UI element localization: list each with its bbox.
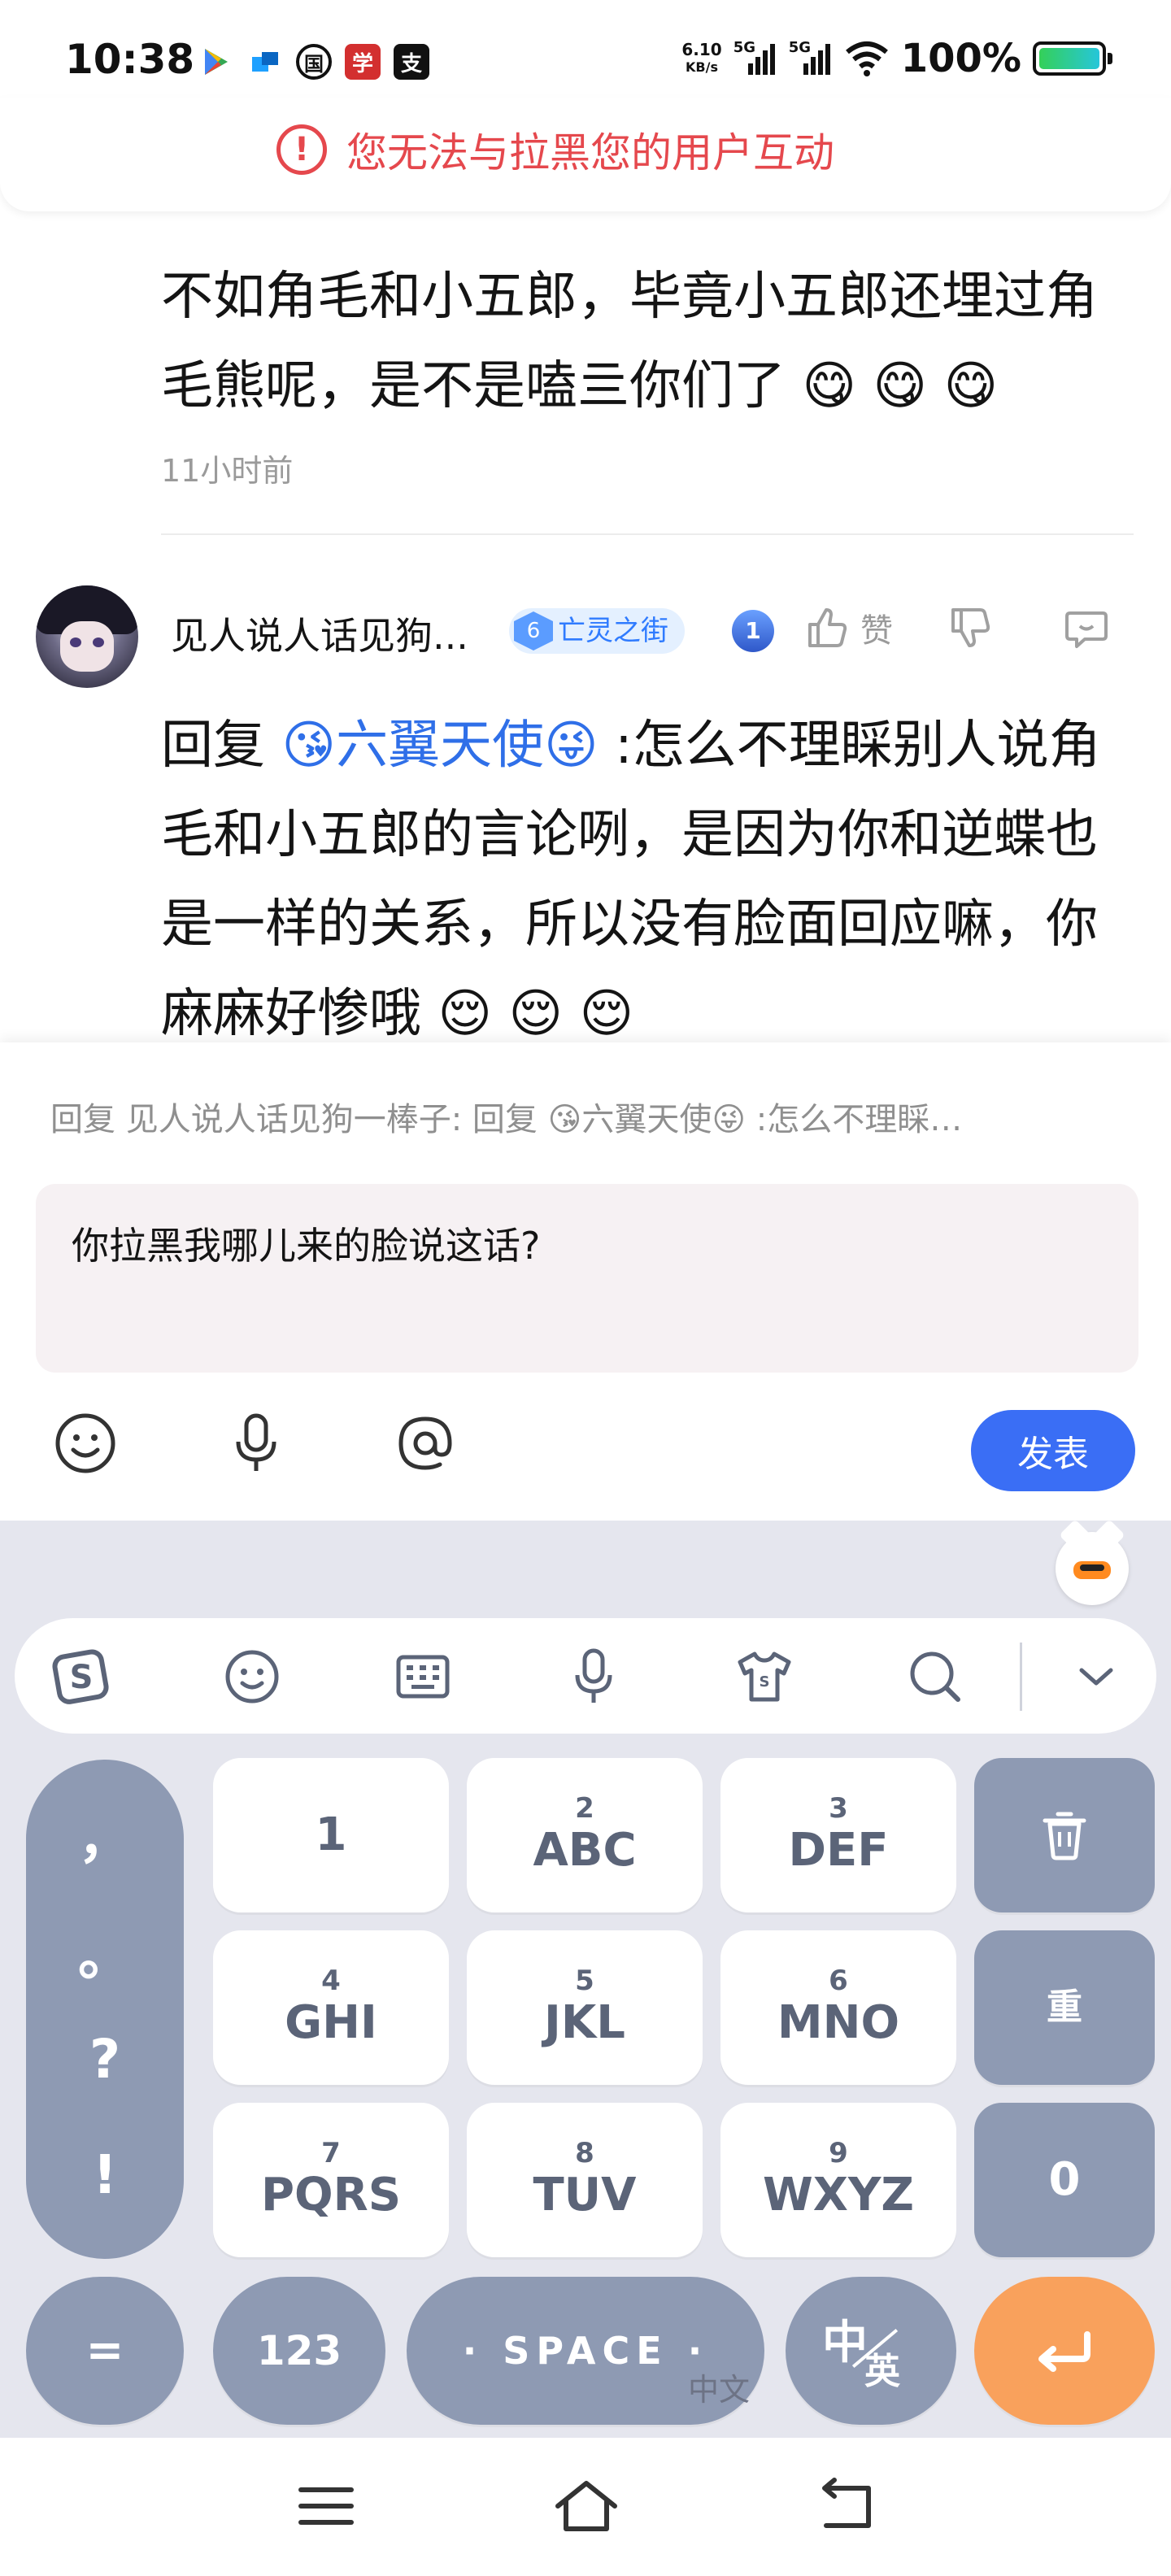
alipay-icon: 支 (394, 44, 429, 80)
back-icon[interactable] (810, 2477, 883, 2535)
battery-icon (1033, 41, 1112, 76)
dislike-button[interactable] (947, 603, 995, 652)
status-right: 6.10 KB/s 5G 5G 100% (681, 36, 1112, 81)
guo-app-icon: 国 (296, 44, 332, 80)
ime-mascot-icon[interactable] (1056, 1519, 1129, 1605)
alert-icon: ! (276, 124, 327, 175)
comment-bubble-icon (1065, 611, 1108, 648)
comment-username[interactable]: 见人说人话见狗... (171, 607, 468, 660)
status-time: 10:38 (65, 36, 195, 83)
blocked-warning-banner: ! 您无法与拉黑您的用户互动 (0, 98, 1171, 211)
keyboard-layout-icon[interactable] (390, 1646, 455, 1708)
punctuation-column[interactable]: ， 。 ? ! (26, 1760, 184, 2259)
delete-key[interactable] (974, 1758, 1155, 1912)
punct-comma[interactable]: ， (26, 1795, 184, 1873)
like-label: 赞 (860, 612, 893, 650)
emoji-panel-icon[interactable] (220, 1646, 285, 1708)
chevron-down-icon[interactable] (1064, 1646, 1129, 1708)
trash-icon (1043, 1812, 1086, 1860)
wifi-icon (845, 41, 888, 76)
home-icon[interactable] (550, 2477, 623, 2535)
emoji-button[interactable] (49, 1407, 122, 1480)
svg-text:S: S (760, 1673, 770, 1690)
mention-button[interactable] (389, 1407, 462, 1480)
notification-icons: 国 学 支 (198, 44, 429, 80)
equals-key[interactable]: = (26, 2277, 184, 2425)
search-icon[interactable] (903, 1646, 968, 1708)
punct-period[interactable]: 。 (26, 1912, 184, 1991)
reply-input[interactable]: 你拉黑我哪儿来的脸说这话? (36, 1184, 1138, 1373)
input-mode-caption: 中文 (688, 2372, 751, 2408)
comment-text: 回复 😘六翼天使😜 :怎么不理睬别人说角毛和小五郎的言论咧，是因为你和逆蝶也是一… (161, 716, 1101, 1044)
voice-input-icon[interactable] (561, 1646, 626, 1708)
number-mode-key[interactable]: 123 (213, 2277, 385, 2425)
warning-text: 您无法与拉黑您的用户互动 (346, 129, 834, 176)
microphone-icon (236, 1413, 276, 1471)
like-button[interactable]: 赞 (803, 603, 893, 652)
key-5-jkl[interactable]: 5 JKL (467, 1930, 703, 2085)
language-switch-key[interactable]: 中 英 (786, 2277, 956, 2425)
at-sign-icon (398, 1416, 452, 1470)
blue-app-icon (247, 44, 283, 80)
battery-percent: 100% (900, 36, 1021, 81)
skin-tshirt-icon[interactable]: S (732, 1646, 797, 1708)
reset-key[interactable]: 重 (974, 1930, 1155, 2085)
thumbs-down-icon (951, 608, 990, 647)
enter-icon (1038, 2331, 1090, 2372)
red-app-icon: 学 (345, 44, 381, 80)
rank-badge: 1 (732, 610, 774, 652)
send-button[interactable]: 发表 (971, 1410, 1135, 1491)
voice-button[interactable] (220, 1407, 293, 1480)
toolbar-separator (1020, 1643, 1022, 1711)
net-speed: 6.10 KB/s (681, 40, 722, 75)
post-time: 11小时前 (161, 453, 294, 489)
comment-header: 见人说人话见狗... 6 亡灵之街 1 赞 (36, 585, 1142, 691)
level-title: 亡灵之街 (558, 615, 668, 647)
punct-exclaim[interactable]: ! (26, 2143, 184, 2206)
reply-quote: 回复 见人说人话见狗一棒子: 回复 😘六翼天使😜 :怎么不理睬… (50, 1101, 963, 1138)
signal-icon: 5G (734, 39, 777, 75)
key-8-tuv[interactable]: 8 TUV (467, 2103, 703, 2257)
key-3-def[interactable]: 3 DEF (720, 1758, 956, 1912)
reply-mention[interactable]: 😘六翼天使😜 (281, 716, 598, 776)
reply-compose-panel: 回复 见人说人话见狗一棒子: 回复 😘六翼天使😜 :怎么不理睬… 你拉黑我哪儿来… (0, 1042, 1171, 1521)
key-1[interactable]: 1 (213, 1758, 449, 1912)
thumbs-up-icon (808, 608, 847, 647)
key-9-wxyz[interactable]: 9 WXYZ (720, 2103, 956, 2257)
key-7-pqrs[interactable]: 7 PQRS (213, 2103, 449, 2257)
menu-icon[interactable] (289, 2477, 363, 2535)
sogou-logo-icon[interactable]: S (49, 1646, 114, 1708)
system-nav-bar (0, 2438, 1171, 2576)
key-0[interactable]: 0 (974, 2103, 1155, 2257)
divider (161, 533, 1134, 535)
smiley-icon (55, 1413, 115, 1473)
level-badge[interactable]: 6 亡灵之街 (509, 608, 685, 654)
avatar[interactable] (36, 585, 138, 688)
punct-question[interactable]: ? (26, 2028, 184, 2091)
svg-text:S: S (70, 1659, 94, 1696)
reply-button[interactable] (1062, 603, 1111, 652)
level-number: 6 (514, 611, 553, 651)
keyboard-toolbar: S S (15, 1618, 1156, 1734)
key-2-abc[interactable]: 2 ABC (467, 1758, 703, 1912)
enter-key[interactable] (974, 2277, 1155, 2425)
post-text: 不如角毛和小五郎，毕竟小五郎还埋过角毛熊呢，是不是嗑亖你们了 😋 😋 😋 (161, 267, 1098, 416)
signal-icon-2: 5G (789, 39, 833, 75)
key-4-ghi[interactable]: 4 GHI (213, 1930, 449, 2085)
key-6-mno[interactable]: 6 MNO (720, 1930, 956, 2085)
play-store-icon (198, 44, 234, 80)
